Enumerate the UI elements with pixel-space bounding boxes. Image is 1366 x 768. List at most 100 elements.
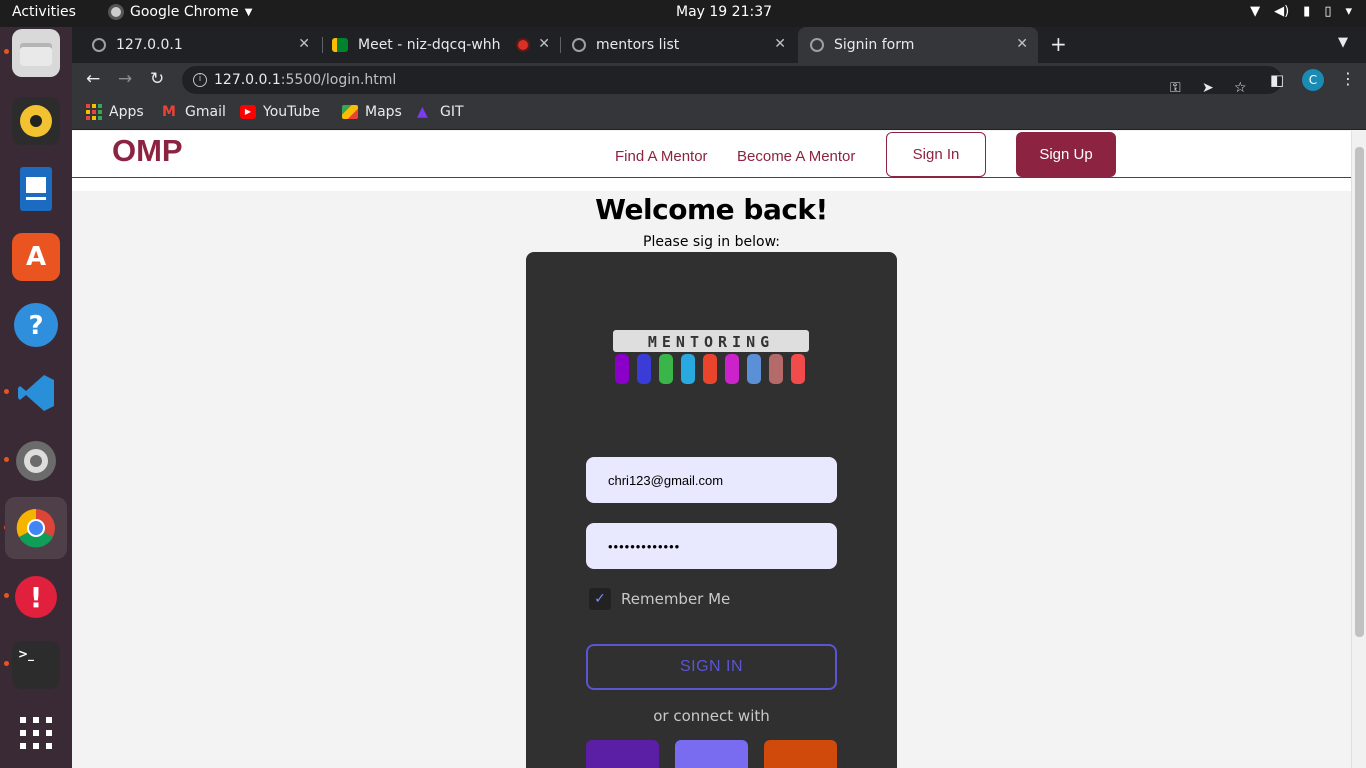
files-icon[interactable] bbox=[12, 29, 60, 77]
bookmark-label: Maps bbox=[365, 104, 402, 120]
mentoring-logo-image: MENTORING bbox=[611, 330, 811, 390]
activities-button[interactable]: Activities bbox=[12, 4, 76, 20]
running-indicator bbox=[4, 661, 9, 666]
close-icon[interactable]: ✕ bbox=[298, 36, 310, 52]
rhythmbox-icon[interactable] bbox=[12, 97, 60, 145]
apps-grid-icon bbox=[86, 104, 102, 120]
remember-me[interactable]: ✓ Remember Me bbox=[589, 588, 730, 610]
meet-icon bbox=[332, 38, 348, 52]
system-tray[interactable]: ▼ ◀) ▮ ▯ ▾ bbox=[1250, 4, 1352, 19]
bookmark-gmail[interactable]: M Gmail bbox=[162, 104, 226, 120]
site-logo[interactable]: OMP bbox=[112, 133, 183, 169]
update-icon[interactable]: ! bbox=[12, 573, 60, 621]
tab-title: Signin form bbox=[834, 37, 915, 53]
scrollbar-thumb[interactable] bbox=[1355, 147, 1364, 637]
mic-icon: ▮ bbox=[1303, 4, 1311, 19]
page-title: Welcome back! bbox=[595, 193, 828, 226]
terminal-icon[interactable]: >_ bbox=[12, 641, 60, 689]
close-icon[interactable]: ✕ bbox=[538, 36, 550, 52]
bookmark-label: GIT bbox=[440, 104, 464, 120]
bookmark-youtube[interactable]: ▶ YouTube bbox=[240, 104, 320, 120]
tab-title: mentors list bbox=[596, 37, 680, 53]
sign-in-button[interactable]: SIGN IN bbox=[586, 644, 837, 690]
profile-avatar[interactable]: C bbox=[1302, 69, 1324, 91]
email-field[interactable]: chri123@gmail.com bbox=[586, 457, 837, 503]
app-menu-label: Google Chrome bbox=[130, 4, 239, 20]
logo-text: MENTORING bbox=[648, 333, 774, 351]
globe-icon bbox=[92, 38, 106, 52]
bookmark-maps[interactable]: Maps bbox=[342, 104, 402, 120]
globe-icon bbox=[572, 38, 586, 52]
settings-icon[interactable] bbox=[12, 437, 60, 485]
password-field[interactable]: ••••••••••••• bbox=[586, 523, 837, 569]
youtube-icon: ▶ bbox=[240, 105, 256, 119]
site-info-icon[interactable]: i bbox=[193, 73, 207, 87]
new-tab-icon[interactable]: + bbox=[1050, 32, 1067, 56]
bookmarks-bar: Apps M Gmail ▶ YouTube Maps ▲ GIT bbox=[72, 97, 1366, 130]
app-menu[interactable]: Google Chrome ▼ bbox=[108, 4, 252, 20]
tab-signin-form[interactable]: Signin form ✕ bbox=[798, 27, 1038, 63]
bookmark-label: Gmail bbox=[185, 104, 226, 120]
side-panel-icon[interactable]: ◧ bbox=[1270, 71, 1284, 89]
tab-title: Meet - niz-dqcq-whh bbox=[358, 37, 501, 53]
reload-icon[interactable]: ↻ bbox=[150, 69, 164, 89]
globe-icon bbox=[810, 38, 824, 52]
address-bar[interactable]: i 127.0.0.1:5500/login.html ⚿ ➤ ☆ bbox=[182, 66, 1282, 96]
tab-title: 127.0.0.1 bbox=[116, 37, 183, 53]
show-apps-icon[interactable] bbox=[12, 709, 60, 757]
login-card: MENTORING chri123@gmail.com ••••••••••••… bbox=[526, 252, 897, 768]
become-mentor-link[interactable]: Become A Mentor bbox=[737, 148, 855, 165]
find-mentor-link[interactable]: Find A Mentor bbox=[615, 148, 708, 165]
facebook-login-button[interactable]: f bbox=[586, 740, 659, 768]
wifi-icon: ▼ bbox=[1250, 4, 1261, 19]
page-viewport: OMP Find A Mentor Become A Mentor Sign I… bbox=[72, 131, 1366, 768]
close-icon[interactable]: ✕ bbox=[1016, 36, 1028, 52]
vscode-icon[interactable] bbox=[12, 369, 60, 417]
site-navbar: OMP Find A Mentor Become A Mentor Sign I… bbox=[72, 131, 1351, 178]
libreoffice-writer-icon[interactable] bbox=[12, 165, 60, 213]
remember-me-checkbox[interactable]: ✓ bbox=[589, 588, 611, 610]
close-icon[interactable]: ✕ bbox=[774, 36, 786, 52]
maps-icon bbox=[342, 105, 358, 119]
git-icon: ▲ bbox=[417, 104, 428, 120]
running-indicator bbox=[4, 457, 9, 462]
chrome-icon bbox=[108, 4, 124, 20]
svg-text:!: ! bbox=[30, 581, 43, 614]
clock[interactable]: May 19 21:37 bbox=[676, 4, 772, 20]
bookmark-label: YouTube bbox=[263, 104, 320, 120]
bookmark-apps[interactable]: Apps bbox=[86, 104, 144, 120]
nav-sign-in-button[interactable]: Sign In bbox=[886, 132, 986, 177]
bookmark-git[interactable]: ▲ GIT bbox=[417, 104, 464, 120]
menu-icon[interactable]: ⋮ bbox=[1340, 69, 1356, 88]
running-indicator bbox=[4, 389, 9, 394]
tab-localhost[interactable]: 127.0.0.1 ✕ bbox=[80, 27, 320, 63]
twitter-login-button[interactable]: 🐦 bbox=[675, 740, 748, 768]
chrome-dock-icon[interactable] bbox=[5, 497, 67, 559]
caret-down-icon: ▾ bbox=[1345, 4, 1352, 19]
help-icon[interactable]: ? bbox=[12, 301, 60, 349]
browser-toolbar: ← → ↻ i 127.0.0.1:5500/login.html ⚿ ➤ ☆ … bbox=[72, 63, 1366, 97]
address-path: :5500/login.html bbox=[280, 72, 397, 88]
forward-icon[interactable]: → bbox=[118, 69, 132, 89]
connect-with-text: or connect with bbox=[653, 707, 770, 725]
caret-down-icon: ▼ bbox=[244, 6, 253, 18]
tab-strip: 127.0.0.1 ✕ Meet - niz-dqcq-whh ✕ mentor… bbox=[72, 27, 1366, 63]
back-icon[interactable]: ← bbox=[86, 69, 100, 89]
bookmark-label: Apps bbox=[109, 104, 144, 120]
software-center-icon[interactable]: A bbox=[12, 233, 60, 281]
address-host: 127.0.0.1 bbox=[214, 72, 281, 88]
page-scrollbar[interactable] bbox=[1351, 131, 1366, 768]
google-login-button[interactable]: G bbox=[764, 740, 837, 768]
remember-me-label: Remember Me bbox=[621, 590, 731, 608]
tab-meet[interactable]: Meet - niz-dqcq-whh ✕ bbox=[320, 27, 560, 63]
gmail-icon: M bbox=[162, 104, 176, 120]
nav-sign-up-button[interactable]: Sign Up bbox=[1016, 132, 1116, 177]
running-indicator bbox=[4, 49, 9, 54]
tab-mentors-list[interactable]: mentors list ✕ bbox=[560, 27, 796, 63]
tab-search-icon[interactable]: ▼ bbox=[1338, 35, 1348, 50]
volume-icon: ◀) bbox=[1274, 4, 1290, 19]
svg-text:?: ? bbox=[28, 311, 43, 341]
navbar-spacer bbox=[72, 178, 1351, 191]
running-indicator bbox=[4, 593, 9, 598]
battery-icon: ▯ bbox=[1324, 4, 1332, 19]
